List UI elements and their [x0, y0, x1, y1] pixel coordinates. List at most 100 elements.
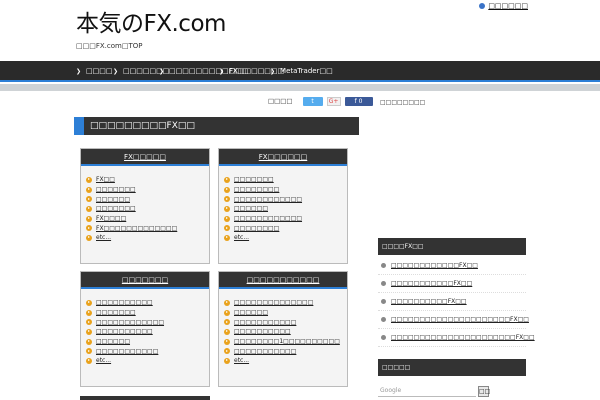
category-box-title[interactable]: □□□□□□□□□□□: [219, 272, 347, 289]
arrow-bullet-icon: [224, 205, 230, 212]
arrow-bullet-icon: [224, 176, 230, 183]
category-link-list: □□□□□□□□□□ □□□□□□□ □□□□□□□□□□□□ □□□□□□□□…: [81, 289, 209, 372]
arrow-bullet-icon: [224, 319, 230, 326]
arrow-bullet-icon: [86, 196, 92, 203]
arrow-bullet-icon: [224, 215, 230, 222]
facebook-like-button[interactable]: f 0: [344, 96, 373, 106]
sidebar-search-widget: □□□□□: [378, 359, 526, 376]
search-input[interactable]: [378, 385, 476, 397]
arrow-bullet-icon: [86, 234, 92, 241]
category-link[interactable]: □□□□□□□□□□□□: [224, 214, 347, 224]
sidebar-link[interactable]: □□□□□□□□□□□□□□□□□□□□□□FX□□: [378, 329, 535, 347]
category-link[interactable]: □□□□□□: [86, 194, 209, 204]
site-subtitle: □□□FX.com□TOP: [76, 42, 143, 50]
category-link[interactable]: □□□□□□□□□□□□: [86, 317, 209, 327]
social-share-label: □□□□: [268, 97, 293, 105]
circle-bullet-icon: [381, 335, 386, 340]
arrow-bullet-icon: [224, 357, 230, 364]
category-link[interactable]: □□□□□□□: [86, 185, 209, 195]
arrow-bullet-icon: [86, 309, 92, 316]
sidebar-link-list: □□□□□□□□□□□□FX□□ □□□□□□□□□□□FX□□ □□□□□□□…: [378, 255, 535, 347]
circle-bullet-icon: [381, 281, 386, 286]
category-link[interactable]: □□□□□□□□□□□□□□: [224, 298, 347, 308]
category-link[interactable]: FX□□□□□□□□□□□□□: [86, 223, 209, 233]
category-link[interactable]: □□□□□□□: [86, 204, 209, 214]
category-box-title[interactable]: FX□□□□□□: [219, 149, 347, 166]
sidebar-widget-title: □□□□FX□□: [378, 238, 526, 255]
category-link[interactable]: □□□□□□□□□□: [86, 298, 209, 308]
category-box-1: FX□□□□□ FX□□ □□□□□□□ □□□□□□ □□□□□□□ FX□□…: [80, 148, 210, 264]
category-link[interactable]: □□□□□□□□□□□: [224, 346, 347, 356]
category-link[interactable]: □□□□□□□: [224, 175, 347, 185]
category-link[interactable]: □□□□□□□□□□: [86, 327, 209, 337]
circle-bullet-icon: [381, 299, 386, 304]
arrow-bullet-icon: [224, 196, 230, 203]
category-link[interactable]: □□□□□□: [224, 204, 347, 214]
search-button[interactable]: □□: [478, 385, 490, 397]
category-box-4: □□□□□□□□□□□ □□□□□□□□□□□□□□ □□□□□□ □□□□□□…: [218, 271, 348, 387]
category-box-title[interactable]: FX□□□□□: [81, 149, 209, 166]
arrow-bullet-icon: [224, 309, 230, 316]
sidebar-link[interactable]: □□□□□□□□□□□□FX□□: [378, 257, 526, 275]
category-link[interactable]: □□□□□□□□□□□□: [224, 194, 347, 204]
arrow-bullet-icon: [86, 225, 92, 232]
bullet-icon: [479, 3, 486, 9]
category-link[interactable]: □□□□□□□□□□□: [86, 346, 209, 356]
sidebar-link[interactable]: □□□□□□□□□□□□□□□□□□□□□FX□□: [378, 311, 529, 329]
arrow-bullet-icon: [224, 234, 230, 241]
arrow-bullet-icon: [86, 328, 92, 335]
top-link-label[interactable]: □□□□□□: [488, 2, 528, 10]
category-link[interactable]: etc...: [86, 233, 209, 243]
top-link[interactable]: □□□□□□: [479, 2, 528, 10]
sidebar-search-title: □□□□□: [378, 359, 526, 376]
arrow-bullet-icon: [224, 299, 230, 306]
arrow-bullet-icon: [224, 186, 230, 193]
arrow-bullet-icon: [86, 338, 92, 345]
arrow-bullet-icon: [86, 299, 92, 306]
category-link[interactable]: □□□□□□□: [86, 308, 209, 318]
site-title[interactable]: 本気のFX.com: [76, 10, 226, 38]
category-link[interactable]: FX□□□□: [86, 214, 209, 224]
category-link-list: □□□□□□□ □□□□□□□□ □□□□□□□□□□□□ □□□□□□ □□□…: [219, 166, 347, 249]
twitter-share-button[interactable]: t: [302, 96, 323, 106]
content-title: □□□□□□□□□FX□□: [74, 117, 359, 135]
google-plus-button[interactable]: G+: [326, 96, 341, 106]
arrow-bullet-icon: [224, 338, 230, 345]
arrow-bullet-icon: [224, 225, 230, 232]
category-link[interactable]: □□□□□□□□□□: [224, 327, 347, 337]
category-link[interactable]: □□□□□□□□: [224, 185, 347, 195]
arrow-bullet-icon: [86, 357, 92, 364]
nav-subbar: [0, 84, 600, 91]
category-box-3: □□□□□□□ □□□□□□□□□□ □□□□□□□ □□□□□□□□□□□□ …: [80, 271, 210, 387]
category-link-list: □□□□□□□□□□□□□□ □□□□□□ □□□□□□□□□□□ □□□□□□…: [219, 289, 347, 372]
category-link[interactable]: □□□□□□: [224, 308, 347, 318]
arrow-bullet-icon: [86, 215, 92, 222]
category-box-title[interactable]: □□□□□□□: [81, 272, 209, 289]
nav-item-metatrader[interactable]: MetaTrader□□: [270, 61, 333, 82]
social-share-bar: □□□□ t G+ f 0: [268, 95, 373, 107]
category-link[interactable]: FX□□: [86, 175, 209, 185]
sidebar-link[interactable]: □□□□□□□□□□FX□□: [378, 293, 526, 311]
arrow-bullet-icon: [86, 186, 92, 193]
nav-item-home[interactable]: □□□□: [76, 61, 112, 82]
circle-bullet-icon: [381, 263, 386, 268]
category-link-list: FX□□ □□□□□□□ □□□□□□ □□□□□□□ FX□□□□ FX□□□…: [81, 166, 209, 249]
category-link[interactable]: □□□□□□□□□□□: [224, 317, 347, 327]
category-link[interactable]: etc...: [86, 356, 209, 366]
sidebar-fx-widget: □□□□FX□□ □□□□□□□□□□□□FX□□ □□□□□□□□□□□FX□…: [378, 238, 535, 347]
sidebar-link[interactable]: □□□□□□□□□□□FX□□: [378, 275, 526, 293]
category-link[interactable]: etc...: [224, 356, 347, 366]
category-link[interactable]: □□□□□□: [86, 337, 209, 347]
circle-bullet-icon: [381, 317, 386, 322]
arrow-bullet-icon: [86, 205, 92, 212]
category-link[interactable]: □□□□□□□□1□□□□□□□□□□: [224, 337, 347, 347]
arrow-bullet-icon: [224, 348, 230, 355]
next-box-header: [80, 396, 210, 400]
category-link[interactable]: etc...: [224, 233, 347, 243]
main-nav: □□□□ □□□□□□□ □□□□□□□□□□□□ FX□□□□□□□ Meta…: [0, 61, 600, 82]
sidebar-label: □□□□□□□□: [380, 99, 426, 106]
arrow-bullet-icon: [86, 348, 92, 355]
category-link[interactable]: □□□□□□□□: [224, 223, 347, 233]
arrow-bullet-icon: [86, 176, 92, 183]
search-row: □□: [378, 384, 526, 398]
